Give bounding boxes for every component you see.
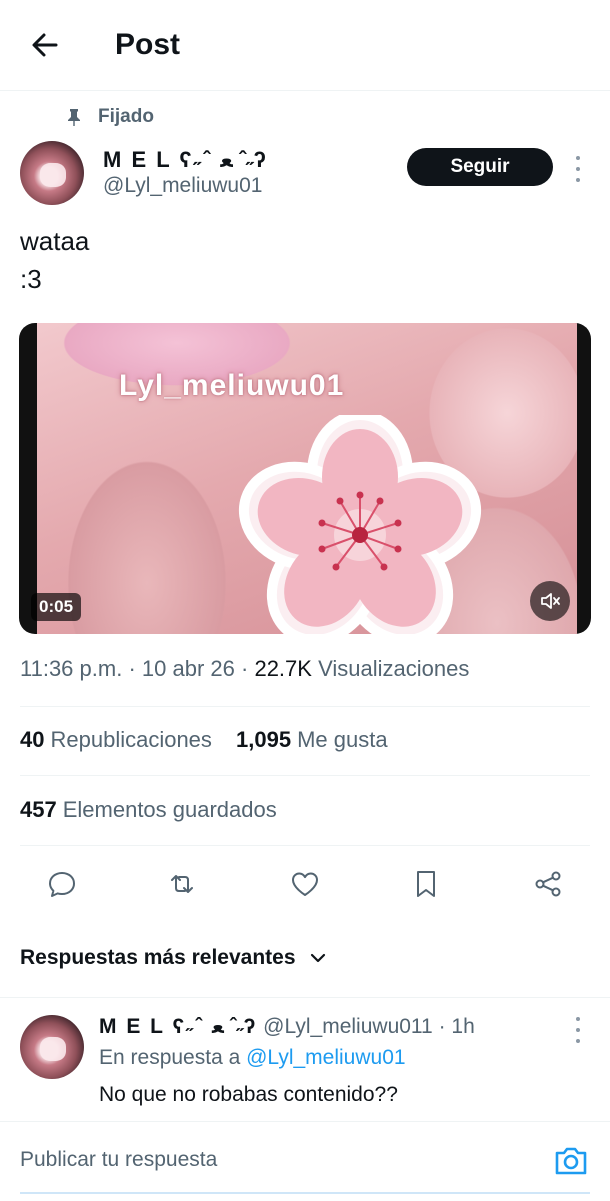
page-title: Post bbox=[115, 28, 181, 61]
divider bbox=[20, 845, 590, 846]
like-icon bbox=[292, 872, 318, 896]
likes-label: Me gusta bbox=[297, 727, 388, 752]
reply-context: En respuesta a @Lyl_meliuwu01 bbox=[99, 1046, 406, 1070]
pinned-indicator: Fijado bbox=[66, 106, 154, 128]
author-name[interactable]: M E L ʕ˶ˆ ﻌ ˆ˶ʔ bbox=[103, 147, 268, 173]
reply-more-options-icon[interactable] bbox=[570, 1017, 586, 1043]
reply-context-handle[interactable]: @Lyl_meliuwu01 bbox=[246, 1046, 405, 1069]
arrow-left-icon[interactable] bbox=[28, 28, 62, 62]
avatar[interactable] bbox=[20, 141, 84, 205]
repost-icon bbox=[171, 875, 193, 893]
reply-button[interactable] bbox=[42, 864, 82, 904]
video-watermark: Lyl_meliuwu01 bbox=[119, 369, 345, 402]
bookmarks-label: Elementos guardados bbox=[62, 797, 277, 822]
views-count: 22.7K bbox=[254, 656, 312, 681]
pin-icon bbox=[68, 109, 80, 126]
video-player[interactable]: Lyl_meliuwu01 0:05 bbox=[19, 323, 591, 634]
post-date: 10 abr 26 bbox=[141, 656, 235, 681]
top-bar: Post bbox=[0, 0, 610, 91]
bookmark-icon bbox=[417, 871, 435, 897]
reply-input[interactable] bbox=[20, 1144, 520, 1176]
author-handle[interactable]: @Lyl_meliuwu01 bbox=[103, 174, 262, 198]
bookmark-button[interactable] bbox=[406, 864, 446, 904]
reply-header: M E L ʕ˶ˆ ﻌ ˆ˶ʔ @Lyl_meliuwu011 · 1h bbox=[99, 1014, 475, 1039]
likes-stat[interactable]: 1,095 Me gusta bbox=[236, 727, 388, 752]
reposts-label: Republicaciones bbox=[50, 727, 212, 752]
more-options-icon[interactable] bbox=[570, 156, 586, 182]
replies-sort-dropdown[interactable]: Respuestas más relevantes bbox=[20, 946, 326, 970]
mute-button[interactable] bbox=[530, 581, 570, 621]
chevron-down-icon bbox=[310, 953, 325, 963]
reply-context-label: En respuesta a bbox=[99, 1046, 241, 1069]
bookmarks-stat[interactable]: 457 Elementos guardados bbox=[20, 797, 277, 823]
likes-count: 1,095 bbox=[236, 727, 292, 752]
views-label: Visualizaciones bbox=[318, 656, 470, 681]
reposts-stat[interactable]: 40 Republicaciones bbox=[20, 727, 212, 752]
bookmarks-count: 457 bbox=[20, 797, 57, 822]
sort-label: Respuestas más relevantes bbox=[20, 946, 296, 969]
reposts-count: 40 bbox=[20, 727, 45, 752]
reply-composer bbox=[0, 1121, 610, 1201]
share-icon bbox=[535, 871, 561, 897]
video-duration: 0:05 bbox=[31, 593, 82, 621]
divider bbox=[0, 997, 610, 998]
engagement-stats: 40 Republicaciones 1,095 Me gusta bbox=[20, 727, 388, 753]
pinned-label: Fijado bbox=[98, 106, 154, 127]
reply-author-handle[interactable]: @Lyl_meliuwu011 bbox=[263, 1015, 433, 1038]
reply-avatar[interactable] bbox=[20, 1015, 84, 1079]
camera-icon[interactable] bbox=[552, 1142, 590, 1180]
post-actions-bar bbox=[0, 860, 610, 910]
follow-button[interactable]: Seguir bbox=[407, 148, 553, 186]
repost-button[interactable] bbox=[162, 864, 202, 904]
reply-icon bbox=[49, 872, 75, 897]
share-button[interactable] bbox=[528, 864, 568, 904]
divider bbox=[20, 706, 590, 707]
post-time: 11:36 p.m. bbox=[20, 656, 123, 681]
post-text: wataa :3 bbox=[20, 226, 90, 294]
flower-sticker bbox=[238, 415, 482, 634]
like-button[interactable] bbox=[285, 864, 325, 904]
divider bbox=[20, 775, 590, 776]
volume-muted-icon bbox=[541, 593, 560, 609]
reply-author-name[interactable]: M E L ʕ˶ˆ ﻌ ˆ˶ʔ bbox=[99, 1015, 257, 1038]
reply-time: · 1h bbox=[438, 1015, 475, 1038]
video-thumbnail[interactable]: Lyl_meliuwu01 bbox=[37, 323, 577, 634]
composer-underline bbox=[20, 1192, 590, 1194]
post-meta: 11:36 p.m. · 10 abr 26 · 22.7K Visualiza… bbox=[20, 656, 470, 681]
reply-text: No que no robabas contenido?? bbox=[99, 1083, 398, 1106]
